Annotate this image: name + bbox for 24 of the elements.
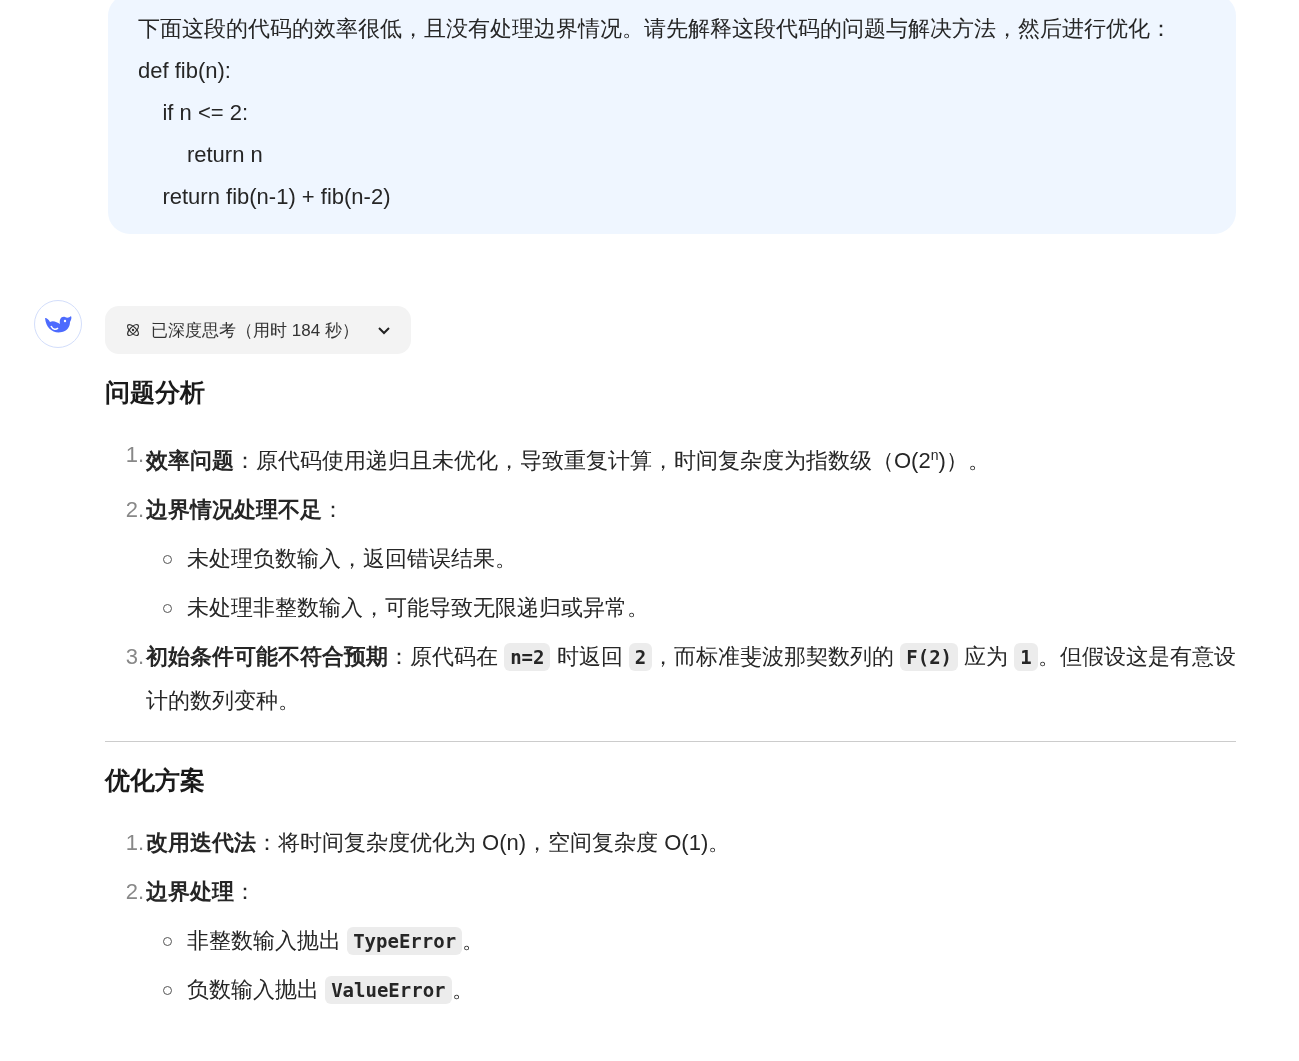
atom-icon bbox=[125, 322, 141, 338]
section-heading: 优化方案 bbox=[105, 765, 206, 797]
list-item-text: 负数输入抛出 ValueError 。 bbox=[187, 975, 474, 1007]
list-item-text: 未处理非整数输入，可能导致无限递归或异常。 bbox=[187, 594, 649, 623]
code-line: if n <= 2: bbox=[161, 99, 250, 127]
list-number: 2. bbox=[124, 496, 144, 525]
list-number: 1. bbox=[124, 829, 144, 858]
code-line: return fib(n-1) + fib(n-2) bbox=[161, 183, 392, 211]
list-item-text: 未处理负数输入，返回错误结果。 bbox=[187, 545, 517, 574]
list-item-text: 改用迭代法：将时间复杂度优化为 O(n)，空间复杂度 O(1)。 bbox=[146, 829, 732, 858]
user-message-text: 下面这段的代码的效率很低，且没有处理边界情况。请先解释这段代码的问题与解决方法，然后进行优化： bbox=[138, 15, 1173, 43]
list-number: 2. bbox=[124, 878, 144, 907]
list-number: 3. bbox=[124, 643, 144, 672]
list-item-text: 非整数输入抛出 TypeError 。 bbox=[187, 926, 485, 958]
code-line: def fib(n): bbox=[138, 57, 232, 85]
list-number: 1. bbox=[124, 441, 144, 469]
list-item-text: 初始条件可能不符合预期：原代码在 n=2 时返回 2 ，而标准斐波那契数列的 F(2) 应为 1 。但假设这是有意设计的数列变种。 bbox=[146, 642, 1236, 716]
list-item-text: 边界情况处理不足： bbox=[146, 496, 345, 525]
list-item-text: 效率问题：原代码使用递归且未优化，导致重复计算，时间复杂度为指数级（O(2$^{n}$)）。 bbox=[146, 446, 991, 476]
section-heading: 问题分析 bbox=[105, 377, 206, 408]
code-line: return n bbox=[185, 141, 264, 169]
thinking-toggle[interactable]: 已深度思考（用时 184 秒） bbox=[105, 306, 411, 354]
chevron-icon bbox=[376, 325, 391, 335]
list-item-text: 边界处理： bbox=[146, 878, 257, 907]
